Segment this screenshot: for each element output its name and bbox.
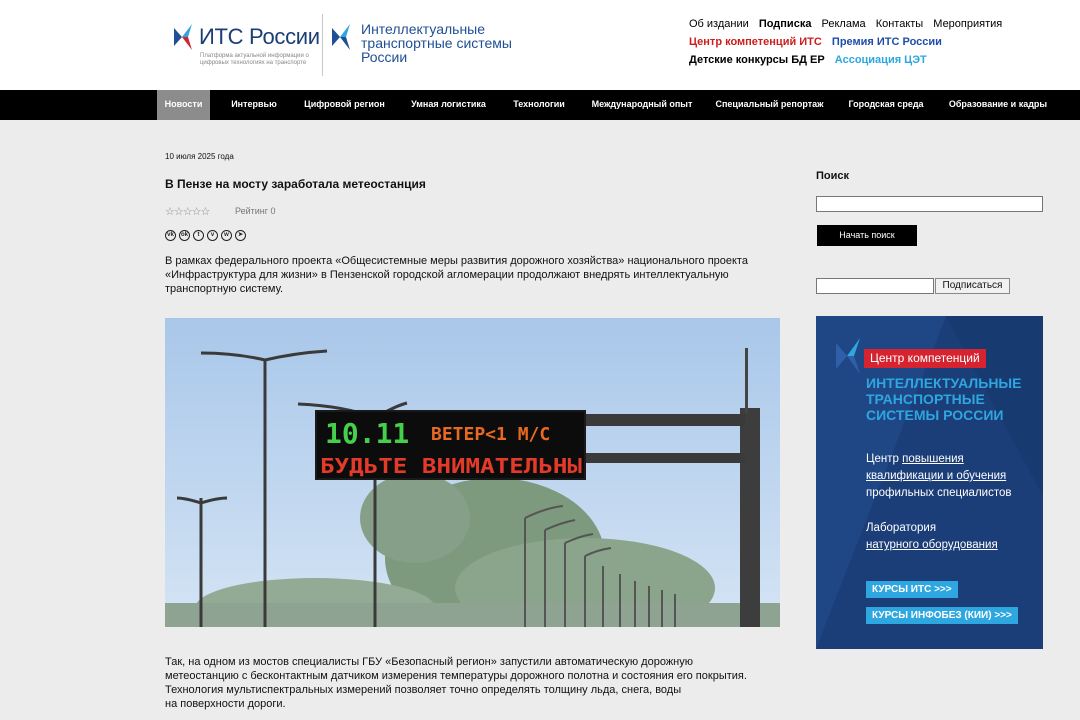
star-icon[interactable]: ☆ — [165, 206, 175, 218]
article-date: 10 июля 2025 года — [165, 152, 234, 161]
competence-center-banner[interactable]: Центр компетенций ИНТЕЛЛЕКТУАЛЬНЫЕ ТРАНС… — [816, 316, 1043, 649]
rating-stars[interactable]: ☆☆☆☆☆ — [165, 205, 211, 218]
subscribe-button[interactable]: Подписаться — [935, 278, 1010, 294]
body-line: Технология мультиспектральных измерений … — [165, 684, 682, 696]
its-logo-mark-icon — [174, 24, 192, 50]
nav-item-interviews[interactable]: Интервью — [226, 90, 282, 120]
its-logo[interactable]: ИТС России Платформа актуальной информац… — [172, 18, 322, 76]
article-lead: В рамках федерального проекта «Общесисте… — [165, 255, 748, 295]
nav-item-digital-region[interactable]: Цифровой регион — [302, 90, 387, 120]
top-link-subscribe[interactable]: Подписка — [759, 18, 812, 30]
top-link-cet-association[interactable]: Ассоциация ЦЭТ — [835, 54, 927, 66]
banner-title: ИНТЕЛЛЕКТУАЛЬНЫЕ ТРАНСПОРТНЫЕ СИСТЕМЫ РО… — [866, 375, 1041, 423]
banner-title-line: ТРАНСПОРТНЫЕ — [866, 391, 985, 407]
top-link-its-award[interactable]: Премия ИТС России — [832, 36, 942, 48]
vk-icon[interactable]: vk — [165, 230, 176, 241]
banner-title-line: СИСТЕМЫ РОССИИ — [866, 407, 1004, 423]
site-header: ИТС России Платформа актуальной информац… — [0, 0, 1080, 90]
banner-training-text: Центр повышения квалификации и обучения … — [866, 451, 1041, 502]
search-input[interactable] — [816, 196, 1043, 212]
its-magazine-logo-text: Интеллектуальные транспортные системы Ро… — [361, 21, 512, 65]
search-label: Поиск — [816, 170, 850, 182]
top-link-events[interactable]: Мероприятия — [933, 18, 1002, 30]
banner-link[interactable]: натурного оборудования — [866, 539, 998, 551]
top-link-contacts[interactable]: Контакты — [876, 18, 924, 30]
main-nav: Новости Интервью Цифровой регион Умная л… — [0, 90, 1080, 120]
infosec-courses-button[interactable]: КУРСЫ ИНФОБЕЗ (КИИ) >>> — [866, 607, 1018, 624]
subscribe-email-input[interactable] — [816, 278, 934, 294]
article-title: В Пензе на мосту заработала метеостанция — [165, 177, 426, 191]
article-photo: 10.11 ВЕТЕР<1 М/С БУДЬТЕ ВНИМАТЕЛЬНЫ — [165, 318, 780, 627]
banner-link[interactable]: повышения — [902, 453, 964, 465]
star-icon[interactable]: ☆ — [183, 206, 193, 218]
top-link-kids-contests[interactable]: Детские конкурсы БД ЕР — [689, 54, 825, 66]
nav-item-education[interactable]: Образование и кадры — [946, 90, 1050, 120]
sign-time: 10.11 — [325, 417, 409, 450]
rating-label: Рейтинг 0 — [235, 206, 276, 216]
logo-divider — [322, 14, 323, 76]
banner-link[interactable]: квалификации и обучения — [866, 470, 1006, 482]
whatsapp-icon[interactable]: w — [221, 230, 232, 241]
top-link-about[interactable]: Об издании — [689, 18, 749, 30]
body-line: Так, на одном из мостов специалисты ГБУ … — [165, 656, 693, 668]
top-link-ads[interactable]: Реклама — [822, 18, 866, 30]
telegram-icon[interactable]: ➤ — [235, 230, 246, 241]
its-logo-name: ИТС России — [199, 24, 320, 49]
article-body: Так, на одном из мостов специалисты ГБУ … — [165, 655, 785, 711]
banner-lab-text: Лаборатория натурного оборудования — [866, 520, 1041, 554]
banner-text: профильных специалистов — [866, 487, 1012, 499]
banner-text: Центр — [866, 453, 903, 465]
banner-text: Лаборатория — [866, 522, 937, 534]
star-icon[interactable]: ☆ — [174, 206, 184, 218]
top-link-competence-center[interactable]: Центр компетенций ИТС — [689, 36, 822, 48]
body-line: метеостанцию с бесконтактным датчиком из… — [165, 670, 747, 682]
search-button[interactable]: Начать поиск — [817, 225, 917, 246]
nav-item-international[interactable]: Международный опыт — [588, 90, 696, 120]
star-icon[interactable]: ☆ — [201, 206, 211, 218]
nav-item-technologies[interactable]: Технологии — [509, 90, 569, 120]
nav-item-smart-logistics[interactable]: Умная логистика — [406, 90, 491, 120]
its-magazine-logo-mark-icon — [332, 24, 350, 50]
its-logo-tagline: Платформа актуальной информации о цифров… — [200, 53, 309, 66]
star-icon[interactable]: ☆ — [192, 206, 202, 218]
its-courses-button[interactable]: КУРСЫ ИТС >>> — [866, 581, 958, 598]
banner-title-line: ИНТЕЛЛЕКТУАЛЬНЫЕ — [866, 375, 1022, 391]
banner-heading: Центр компетенций — [864, 349, 986, 368]
nav-item-special-report[interactable]: Специальный репортаж — [713, 90, 826, 120]
top-links: Об издании Подписка Реклама Контакты Мер… — [689, 15, 1069, 69]
viber-icon[interactable]: v — [207, 230, 218, 241]
nav-item-news[interactable]: Новости — [157, 90, 210, 120]
ok-icon[interactable]: ok — [179, 230, 190, 241]
sign-warning: БУДЬТЕ ВНИМАТЕЛЬНЫ — [320, 454, 582, 478]
twitter-icon[interactable]: t — [193, 230, 204, 241]
sign-wind: ВЕТЕР<1 М/С — [431, 424, 550, 445]
body-line: на поверхности дороги. — [165, 698, 286, 710]
nav-item-urban-environment[interactable]: Городская среда — [845, 90, 927, 120]
